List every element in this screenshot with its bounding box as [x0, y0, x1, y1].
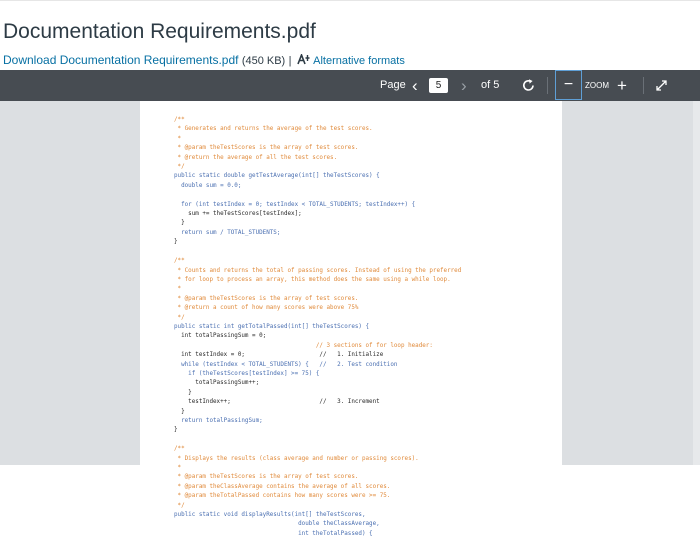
code-line: public static void displayResults(int[] … — [174, 512, 366, 519]
code-line: * @return the average of all the test sc… — [174, 154, 338, 161]
code-line: * — [174, 465, 182, 472]
toolbar-divider — [643, 77, 644, 94]
code-line: */ — [174, 164, 185, 171]
code-line: } — [174, 427, 178, 434]
file-size: (450 KB) — [241, 55, 286, 67]
code-line: * Displays the results (class average an… — [174, 455, 419, 462]
code-line: return totalPassingSum; — [174, 418, 263, 424]
code-line: } — [174, 389, 192, 396]
code-line: * @param theTestScores is the array of t… — [174, 474, 359, 481]
code-line: * — [174, 286, 182, 293]
zoom-out-button[interactable]: − — [555, 70, 582, 100]
code-line: * @param theTestScores is the array of t… — [174, 295, 359, 302]
download-row: Download Documentation Requirements.pdf … — [3, 53, 405, 67]
code-line: } — [174, 239, 178, 246]
code-listing: /** * Generates and returns the average … — [174, 116, 461, 539]
code-line: // 3 sections of for loop header: — [174, 342, 433, 349]
code-line: int testIndex = 0; // 1. Initialize — [174, 352, 384, 359]
top-divider — [0, 0, 700, 1]
code-line: sum += theTestScores[testIndex]; — [174, 211, 302, 218]
code-line: while (testIndex < TOTAL_STUDENTS) { // … — [174, 361, 398, 368]
rotate-icon[interactable] — [521, 78, 536, 93]
viewer-scrollbar[interactable] — [693, 101, 700, 465]
prev-page-button[interactable]: ‹ — [412, 70, 418, 101]
code-line: /** — [174, 446, 185, 453]
toolbar-divider — [547, 77, 548, 94]
code-line: /** — [174, 258, 185, 265]
code-line: return sum / TOTAL_STUDENTS; — [174, 229, 281, 236]
code-line: * Generates and returns the average of t… — [174, 126, 373, 133]
fullscreen-icon[interactable] — [655, 79, 668, 92]
page-title: Documentation Requirements.pdf — [3, 20, 316, 43]
code-line: public static int getTotalPassed(int[] t… — [174, 323, 370, 330]
code-line: */ — [174, 314, 185, 321]
code-line: double theClassAverage, — [174, 521, 380, 528]
code-line: int totalPassingSum = 0; — [174, 333, 267, 340]
code-line: * for loop to process an array, this met… — [174, 276, 451, 283]
pdf-page: /** * Generates and returns the average … — [140, 101, 562, 537]
next-page-button[interactable]: › — [461, 70, 467, 101]
code-line: * @param theTotalPassed contains how man… — [174, 493, 391, 500]
code-line: * @param theTestScores is the array of t… — [174, 145, 359, 152]
code-line: for (int testIndex = 0; testIndex < TOTA… — [174, 201, 416, 208]
code-line: double sum = 0.0; — [174, 182, 242, 189]
zoom-label: ZOOM — [585, 81, 609, 90]
code-line: public static double getTestAverage(int[… — [174, 173, 380, 180]
code-line: */ — [174, 502, 185, 509]
code-line: testIndex++; // 3. Increment — [174, 399, 380, 406]
zoom-minus-glyph: − — [563, 76, 574, 93]
separator: | — [288, 55, 292, 67]
code-line: * @param theClassAverage contains the av… — [174, 483, 391, 490]
code-line: if (theTestScores[testIndex] >= 75) { — [174, 370, 320, 377]
code-line: int theTotalPassed) { — [174, 530, 373, 537]
code-line: /** — [174, 117, 185, 123]
code-line: } — [174, 220, 185, 227]
download-link[interactable]: Download Documentation Requirements.pdf — [3, 53, 238, 67]
code-line: * Counts and returns the total of passin… — [174, 267, 462, 274]
zoom-in-button[interactable]: + — [617, 70, 627, 101]
alternative-formats-link[interactable]: Alternative formats — [313, 55, 405, 67]
page-count: of 5 — [481, 79, 500, 91]
pdf-toolbar: Page ‹ 5 › of 5 − ZOOM + — [0, 70, 700, 101]
code-line: } — [174, 408, 185, 415]
page-number-input[interactable]: 5 — [429, 78, 448, 93]
alternative-formats-icon[interactable] — [297, 54, 310, 65]
code-line: * — [174, 135, 182, 142]
code-line: * @return a count of how many scores wer… — [174, 305, 359, 312]
page-label: Page — [380, 79, 406, 91]
code-line: totalPassingSum++; — [174, 380, 260, 387]
